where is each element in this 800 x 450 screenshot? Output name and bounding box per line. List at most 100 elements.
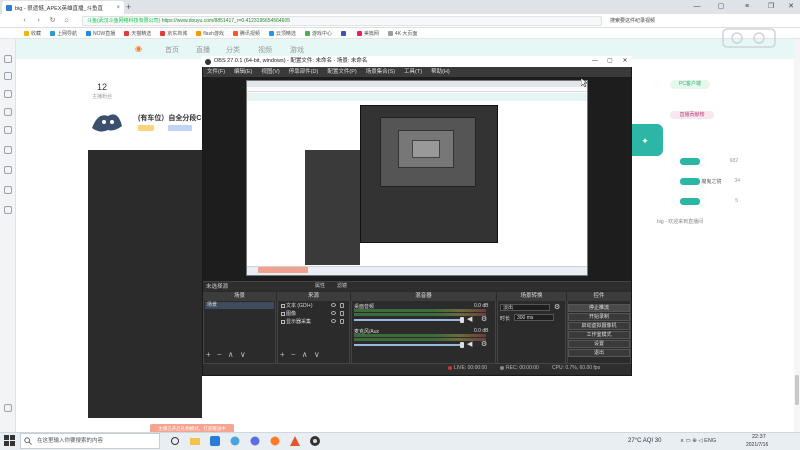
nav-game[interactable]: 游戏 — [290, 45, 304, 55]
rank-row[interactable]: 5 — [680, 198, 738, 207]
douyu-logo[interactable]: ◉ — [135, 44, 142, 53]
properties-button[interactable]: 属性 — [315, 281, 325, 291]
bookmark-item[interactable]: 上网导航 — [50, 30, 77, 37]
settings-button[interactable]: 设置 — [568, 340, 630, 348]
clock-time[interactable]: 22:37 — [752, 434, 766, 440]
rank-tag[interactable]: 直播贡献榜 — [670, 111, 714, 119]
obs-menu-item[interactable]: 配置文件(P) — [327, 67, 356, 77]
task-view-icon[interactable] — [168, 434, 182, 448]
star-icon[interactable] — [4, 55, 12, 63]
bookmark-item[interactable]: 收藏 — [24, 30, 41, 37]
speaker-icon[interactable]: ◀ — [467, 316, 474, 323]
room-tag[interactable] — [138, 125, 154, 131]
app-icon[interactable] — [248, 434, 262, 448]
obs-menu-item[interactable]: 视图(V) — [261, 67, 279, 77]
app-icon[interactable] — [228, 434, 242, 448]
source-item[interactable]: 文本 (GDI+) — [280, 302, 346, 310]
rank-row[interactable]: 682 — [680, 158, 738, 167]
weather-tray[interactable]: 27°C AQI 30 — [628, 432, 661, 450]
page-scrollbar[interactable] — [794, 39, 800, 432]
gear-icon[interactable]: ⚙ — [481, 341, 488, 348]
pc-client-button[interactable]: PC客户端 — [670, 80, 710, 89]
bookmark-item[interactable]: 天猫精选 — [124, 30, 151, 37]
bookmark-item[interactable]: 京东商城 — [160, 30, 187, 37]
obs-minimize-icon[interactable]: — — [588, 56, 602, 67]
room-tag[interactable] — [168, 125, 192, 131]
sidebar-app-icon[interactable] — [4, 126, 12, 134]
obs-close-icon[interactable]: ✕ — [618, 56, 632, 67]
restore-icon[interactable]: ❐ — [764, 1, 778, 13]
bookmark-item[interactable]: NOW直播 — [86, 30, 115, 37]
scrollbar-thumb[interactable] — [795, 375, 799, 405]
sources-controls[interactable]: + − ∧ ∨ — [277, 350, 350, 360]
bookmark-item[interactable]: 腾讯视频 — [232, 30, 260, 37]
obs-menu-item[interactable]: 场景集合(S) — [366, 67, 395, 77]
system-tray[interactable]: ∧ ▭ ⊕ ◁ ENG — [680, 432, 716, 450]
nav-category[interactable]: 分类 — [226, 45, 240, 55]
volume-slider[interactable] — [354, 344, 462, 346]
stream-video[interactable] — [88, 150, 202, 418]
scene-item[interactable]: 场景 — [205, 302, 274, 309]
visibility-eye-icon[interactable] — [331, 319, 336, 323]
refresh-icon[interactable]: ↻ — [48, 16, 57, 25]
bookmark-item[interactable]: 美篇网 — [356, 30, 379, 37]
sidebar-app-icon[interactable] — [4, 108, 12, 116]
clock-date[interactable]: 2021/7/16 — [746, 442, 768, 448]
sidebar-app-icon[interactable] — [4, 72, 12, 80]
sidebar-app-icon[interactable] — [4, 90, 12, 98]
virtual-camera-button[interactable]: 启动虚拟摄像机 — [568, 322, 630, 330]
transition-gear-icon[interactable]: ⚙ — [554, 304, 561, 311]
anchor-avatar[interactable] — [88, 108, 126, 138]
lock-icon[interactable] — [340, 311, 344, 316]
sidebar-app-icon[interactable] — [4, 186, 12, 194]
windows-start-icon[interactable] — [4, 435, 15, 446]
volume-slider[interactable] — [354, 319, 462, 321]
tab-close-icon[interactable]: × — [116, 5, 120, 11]
filters-button[interactable]: 滤镜 — [337, 281, 347, 291]
start-recording-button[interactable]: 开始录制 — [568, 313, 630, 321]
minimize-icon[interactable]: — — [690, 1, 704, 13]
taskbar-search-input[interactable]: 在这里输入你要搜索的内容 — [20, 433, 160, 449]
bookmark-item[interactable]: 云顶精选 — [268, 30, 296, 37]
forward-icon[interactable]: › — [34, 16, 43, 25]
stop-streaming-button[interactable]: 停止推流 — [568, 304, 630, 312]
url-input[interactable]: 斗鱼(武汉斗鱼网络科技有限公司) https://www.douyu.com/8… — [82, 16, 602, 26]
lock-icon[interactable] — [340, 303, 344, 308]
gear-icon[interactable]: ⚙ — [481, 316, 488, 323]
duration-input[interactable]: 300 ms — [514, 314, 554, 321]
sidebar-app-icon[interactable] — [4, 146, 12, 154]
home-icon[interactable]: ⌂ — [62, 16, 71, 25]
bookmark-item[interactable]: 游戏中心 — [304, 30, 332, 37]
source-item[interactable]: 图像 — [280, 310, 346, 318]
nav-live[interactable]: 直播 — [196, 45, 210, 55]
transition-select[interactable]: 淡出 — [500, 304, 550, 311]
lock-icon[interactable] — [340, 319, 344, 324]
back-icon[interactable]: ‹ — [20, 16, 29, 25]
obs-menu-item[interactable]: 编辑(E) — [234, 67, 252, 77]
window-close-icon[interactable]: ✕ — [784, 1, 798, 13]
app-icon[interactable] — [288, 434, 302, 448]
rank-row[interactable]: 34 — [720, 178, 740, 187]
exit-button[interactable]: 退出 — [568, 349, 630, 357]
browser-tab[interactable]: big - 很遗憾_APEX英雄直播_斗鱼直 × — [2, 1, 124, 14]
visibility-eye-icon[interactable] — [331, 303, 336, 307]
obs-menu-item[interactable]: 帮助(H) — [431, 67, 450, 77]
obs-menu-item[interactable]: 文件(F) — [207, 67, 225, 77]
firefox-icon[interactable] — [268, 434, 282, 448]
bookmark-item[interactable]: 4K 大页面 — [387, 30, 417, 37]
obs-title-bar[interactable]: OBS 27.0.1 (64-bit, windows) - 配置文件: 未命名… — [202, 56, 632, 67]
scenes-controls[interactable]: + − ∧ ∨ — [203, 350, 276, 360]
studio-mode-button[interactable]: 工作室模式 — [568, 331, 630, 339]
volume-slider-knob[interactable] — [460, 342, 464, 348]
nav-home[interactable]: 首页 — [165, 45, 179, 55]
visibility-eye-icon[interactable] — [331, 311, 336, 315]
sidebar-app-icon[interactable] — [4, 166, 12, 174]
browser-app-icon[interactable] — [208, 434, 222, 448]
bookmark-item[interactable]: flash游戏 — [196, 30, 224, 37]
maximize-icon[interactable]: ▢ — [714, 1, 728, 13]
nav-video[interactable]: 视频 — [258, 45, 272, 55]
obs-menu-item[interactable]: 工具(T) — [404, 67, 422, 77]
sidebar-app-icon[interactable] — [4, 206, 12, 214]
obs-maximize-icon[interactable]: ▢ — [603, 56, 617, 67]
menu-icon[interactable]: ≡ — [740, 1, 754, 13]
